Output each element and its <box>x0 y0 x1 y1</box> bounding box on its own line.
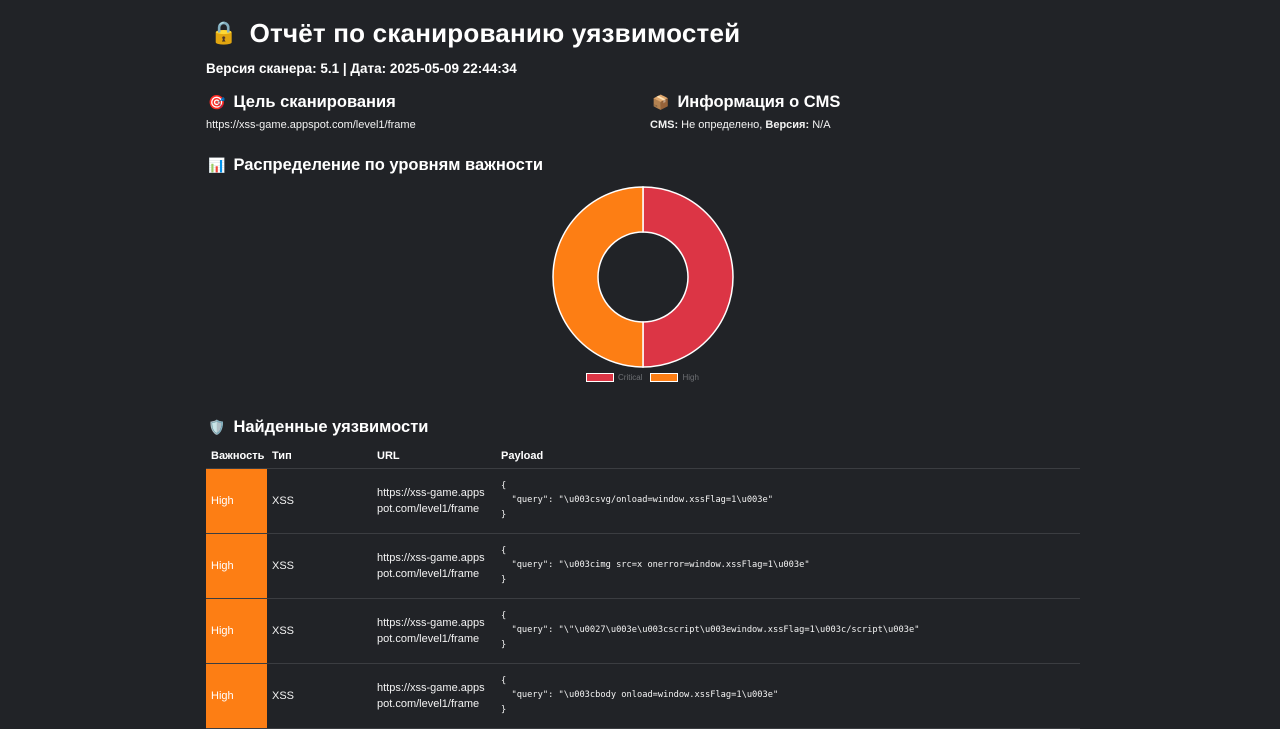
url-cell: https://xss-game.appspot.com/level1/fram… <box>372 468 496 534</box>
distribution-heading: 📊 Распределение по уровням важности <box>208 156 543 175</box>
type-cell: XSS <box>267 663 372 729</box>
table-row: High XSS https://xss-game.appspot.com/le… <box>206 663 1080 729</box>
target-heading-text: Цель сканирования <box>233 93 396 111</box>
vulnerabilities-heading: 🛡️ Найденные уязвимости <box>208 418 428 437</box>
type-cell: XSS <box>267 598 372 664</box>
payload-cell: { "query": "\u003csvg/onload=window.xssF… <box>496 468 1080 534</box>
bar-chart-icon: 📊 <box>208 157 226 174</box>
column-header-payload: Payload <box>496 444 1080 469</box>
table-row: High XSS https://xss-game.appspot.com/le… <box>206 533 1080 599</box>
doughnut-svg <box>552 186 734 368</box>
package-icon: 📦 <box>652 94 670 111</box>
legend-label: High <box>682 373 699 382</box>
type-cell: XSS <box>267 533 372 599</box>
table-header-row: Важность Тип URL Payload <box>206 444 1080 469</box>
cms-value: Не определено, <box>681 119 763 131</box>
cms-heading-text: Информация о CMS <box>677 93 841 111</box>
legend-label: Critical <box>618 373 643 382</box>
payload-cell: { "query": "\u003cbody onload=window.xss… <box>496 663 1080 729</box>
chart-legend: Critical High <box>586 373 699 382</box>
page-title: 🔒 Отчёт по сканированию уязвимостей <box>210 18 740 49</box>
severity-doughnut-chart <box>552 186 734 368</box>
target-icon: 🎯 <box>208 94 226 111</box>
slice-high[interactable] <box>552 186 644 368</box>
distribution-heading-text: Распределение по уровням важности <box>233 156 544 174</box>
type-cell: XSS <box>267 468 372 534</box>
severity-cell: High <box>206 663 267 729</box>
scanner-meta: Версия сканера: 5.1 | Дата: 2025-05-09 2… <box>206 61 517 76</box>
url-cell: https://xss-game.appspot.com/level1/fram… <box>372 533 496 599</box>
severity-cell: High <box>206 533 267 599</box>
page-title-text: Отчёт по сканированию уязвимостей <box>249 18 741 48</box>
shield-icon: 🛡️ <box>208 419 226 436</box>
url-cell: https://xss-game.appspot.com/level1/fram… <box>372 663 496 729</box>
cms-label: CMS: <box>650 119 679 131</box>
legend-swatch <box>586 373 614 382</box>
column-header-type: Тип <box>267 444 372 469</box>
cms-heading: 📦 Информация о CMS <box>652 93 840 112</box>
target-heading: 🎯 Цель сканирования <box>208 93 396 112</box>
table-row: High XSS https://xss-game.appspot.com/le… <box>206 598 1080 664</box>
legend-item-high[interactable]: High <box>650 373 699 382</box>
severity-cell: High <box>206 598 267 664</box>
version-value: N/A <box>812 119 831 131</box>
url-cell: https://xss-game.appspot.com/level1/fram… <box>372 598 496 664</box>
vulnerabilities-table: Важность Тип URL Payload High XSS https:… <box>206 444 1080 729</box>
legend-item-critical[interactable]: Critical <box>586 373 642 382</box>
cms-info: CMS: Не определено, Версия: N/A <box>650 119 831 131</box>
vulnerabilities-heading-text: Найденные уязвимости <box>233 418 429 436</box>
payload-cell: { "query": "\u003cimg src=x onerror=wind… <box>496 533 1080 599</box>
lock-icon: 🔒 <box>210 21 238 46</box>
target-url: https://xss-game.appspot.com/level1/fram… <box>206 119 416 131</box>
column-header-url: URL <box>372 444 496 469</box>
table-row: High XSS https://xss-game.appspot.com/le… <box>206 468 1080 534</box>
version-label: Версия: <box>765 119 810 131</box>
slice-critical[interactable] <box>642 186 734 368</box>
payload-cell: { "query": "\"\u0027\u003e\u003cscript\u… <box>496 598 1080 664</box>
legend-swatch <box>650 373 679 382</box>
column-header-severity: Важность <box>206 444 267 469</box>
severity-cell: High <box>206 468 267 534</box>
